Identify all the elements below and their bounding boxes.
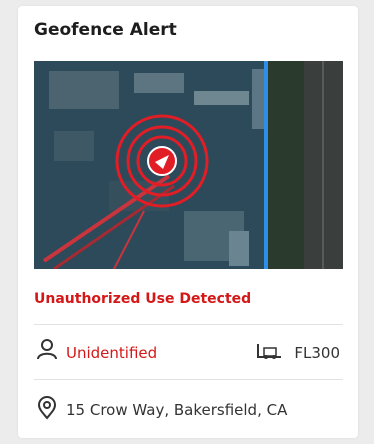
geofence-alert-card: Geofence Alert Unauthorized Use Detected… xyxy=(18,6,358,438)
operator-name[interactable]: Unidentified xyxy=(66,344,157,362)
location-pin-icon xyxy=(37,396,57,420)
divider xyxy=(34,324,343,325)
satellite-map[interactable] xyxy=(34,61,343,269)
user-icon xyxy=(37,339,57,360)
card-title: Geofence Alert xyxy=(34,20,177,40)
vehicle-id[interactable]: FL300 xyxy=(294,344,340,362)
alert-status: Unauthorized Use Detected xyxy=(34,291,252,307)
divider xyxy=(34,379,343,380)
forklift-icon xyxy=(257,344,281,359)
location-address[interactable]: 15 Crow Way, Bakersfield, CA xyxy=(66,401,287,419)
map-image xyxy=(34,61,343,269)
